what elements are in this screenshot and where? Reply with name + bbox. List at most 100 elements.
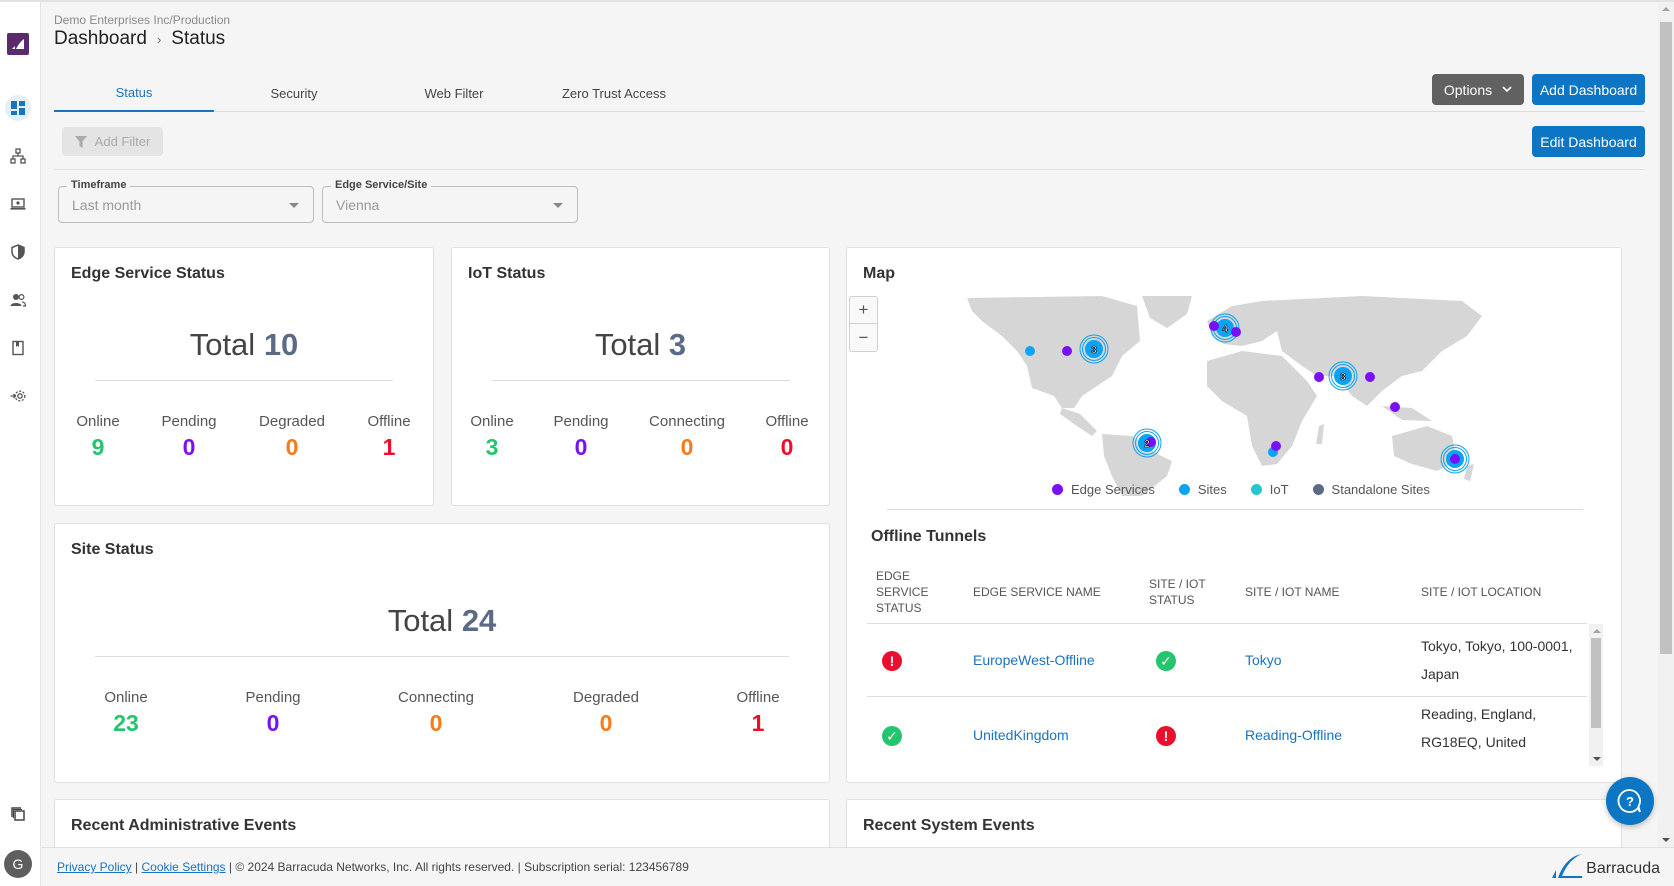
sidebar-item-security[interactable] [5,239,31,265]
legend-edge-services: Edge Services [1052,482,1155,497]
chevron-down-icon [1502,86,1512,93]
timeframe-select[interactable]: Timeframe Last month [58,179,314,223]
cookie-settings-link[interactable]: Cookie Settings [142,860,226,874]
options-button[interactable]: Options [1432,74,1524,105]
org-path: Demo Enterprises Inc/Production [54,13,231,27]
edit-dashboard-button[interactable]: Edit Dashboard [1532,126,1645,157]
zoom-out-button[interactable]: − [850,324,877,351]
stat-connecting: Connecting 0 [649,413,725,460]
tab-zero-trust-access[interactable]: Zero Trust Access [534,74,694,112]
stat-offline: Offline 1 [367,413,411,460]
stat-online: Online 23 [104,689,148,736]
column-header[interactable]: EDGE SERVICE STATUS [876,568,936,616]
sidebar-item-dashboard[interactable] [5,95,31,121]
sidebar-item-switch-account[interactable] [5,801,31,827]
legend-sites: Sites [1178,482,1227,497]
edge-service-status-card: Edge Service Status Total 10 Online 9 Pen… [54,247,434,506]
shield-icon [11,244,25,260]
stat-pending: Pending 0 [245,689,301,736]
tab-status[interactable]: Status [54,74,214,112]
book-icon [12,340,24,356]
edge-service-name-link[interactable]: EuropeWest-Offline [973,652,1095,668]
help-chat-icon: ? [1617,789,1641,813]
site-name-link[interactable]: Tokyo [1245,652,1282,668]
zoom-in-button[interactable]: + [850,297,877,324]
sidebar-item-network[interactable] [5,143,31,169]
scroll-down-arrow-icon[interactable] [1662,838,1670,842]
breadcrumb-dashboard[interactable]: Dashboard [54,28,147,50]
stat-pending: Pending 0 [161,413,217,460]
privacy-policy-link[interactable]: Privacy Policy [57,860,132,874]
edge-service-marker[interactable] [1314,372,1324,382]
edge-service-marker[interactable] [1271,441,1281,451]
edge-service-marker[interactable] [1390,402,1400,412]
iot-total: Total 3 [594,327,687,362]
integration-gear-icon [10,390,26,402]
scrollbar-thumb[interactable] [1660,22,1672,654]
table-row: ! EuropeWest-Offline ✓ Tokyo Tokyo, Toky… [867,624,1587,697]
site-marker[interactable] [1025,346,1035,356]
tab-web-filter[interactable]: Web Filter [374,74,534,112]
sidebar-item-users[interactable] [5,287,31,313]
svg-text:?: ? [1626,794,1634,809]
stat-online: Online 3 [470,413,514,460]
site-name-link[interactable]: Reading-Offline [1245,727,1342,743]
edge-service-marker[interactable] [1231,327,1241,337]
edge-status-cell: ✓ [882,726,902,746]
card-title: Edge Service Status [71,265,225,282]
scroll-down-arrow-icon[interactable] [1593,757,1601,761]
column-header[interactable]: SITE / IOT STATUS [1149,576,1219,608]
sidebar: G [0,2,41,886]
check-icon: ✓ [882,726,902,746]
options-label: Options [1443,81,1493,98]
tab-security[interactable]: Security [214,74,374,112]
toolbar-divider [54,169,1645,170]
error-icon: ! [882,651,902,671]
iot-status-card: IoT Status Total 3 Online 3 Pending 0 Conn… [451,247,830,506]
stat-offline: Offline 0 [765,413,809,460]
laptop-device-icon [10,198,26,210]
site-location-cell: Reading, England, RG18EQ, United [1421,706,1537,750]
add-dashboard-button[interactable]: Add Dashboard [1532,74,1645,105]
scroll-up-arrow-icon[interactable] [1593,629,1601,633]
barracuda-logo-icon [1552,854,1583,878]
card-divider [95,380,393,381]
map-zoom-control: + − [849,296,878,352]
caret-down-icon [289,203,299,208]
edge-service-name-link[interactable]: UnitedKingdom [973,727,1069,743]
edge-status-cell: ! [882,651,902,671]
edge-service-marker[interactable] [1209,321,1219,331]
card-title: Recent System Events [863,817,1035,834]
sidebar-item-integrations[interactable] [5,383,31,409]
check-icon: ✓ [1156,651,1176,671]
edge-service-site-label: Edge Service/Site [331,179,432,191]
scrollbar-thumb[interactable] [1591,638,1601,728]
svg-text:2: 2 [1144,439,1150,450]
sidebar-item-devices[interactable] [5,191,31,217]
table-row: ✓ UnitedKingdom ! Reading-Offline Readin… [867,698,1587,771]
page-scrollbar[interactable] [1658,2,1674,847]
table-scrollbar[interactable] [1589,624,1603,766]
breadcrumb-separator: › [156,31,162,47]
users-icon [10,293,26,307]
add-filter-button[interactable]: Add Filter [62,127,163,156]
world-map[interactable]: 3 4 3 2 [962,296,1507,496]
sidebar-item-docs[interactable] [5,335,31,361]
edge-service-marker[interactable] [1365,372,1375,382]
user-avatar[interactable]: G [4,850,32,878]
column-header[interactable]: SITE / IOT NAME [1245,584,1339,600]
caret-down-icon [553,203,563,208]
footer-separator: | [135,860,139,874]
breadcrumb: Dashboard › Status [54,28,225,50]
site-total: Total 24 [387,603,497,638]
timeframe-label: Timeframe [67,179,131,191]
filter-icon [74,135,87,148]
scroll-up-arrow-icon[interactable] [1662,7,1670,11]
barracuda-logo-icon[interactable] [7,33,29,55]
edge-service-site-select[interactable]: Edge Service/Site Vienna [322,179,578,223]
column-header[interactable]: EDGE SERVICE NAME [973,584,1101,600]
dashboard-icon [11,101,25,115]
help-chat-button[interactable]: ? [1606,777,1654,825]
edge-service-marker[interactable] [1062,346,1072,356]
column-header[interactable]: SITE / IOT LOCATION [1421,584,1541,600]
